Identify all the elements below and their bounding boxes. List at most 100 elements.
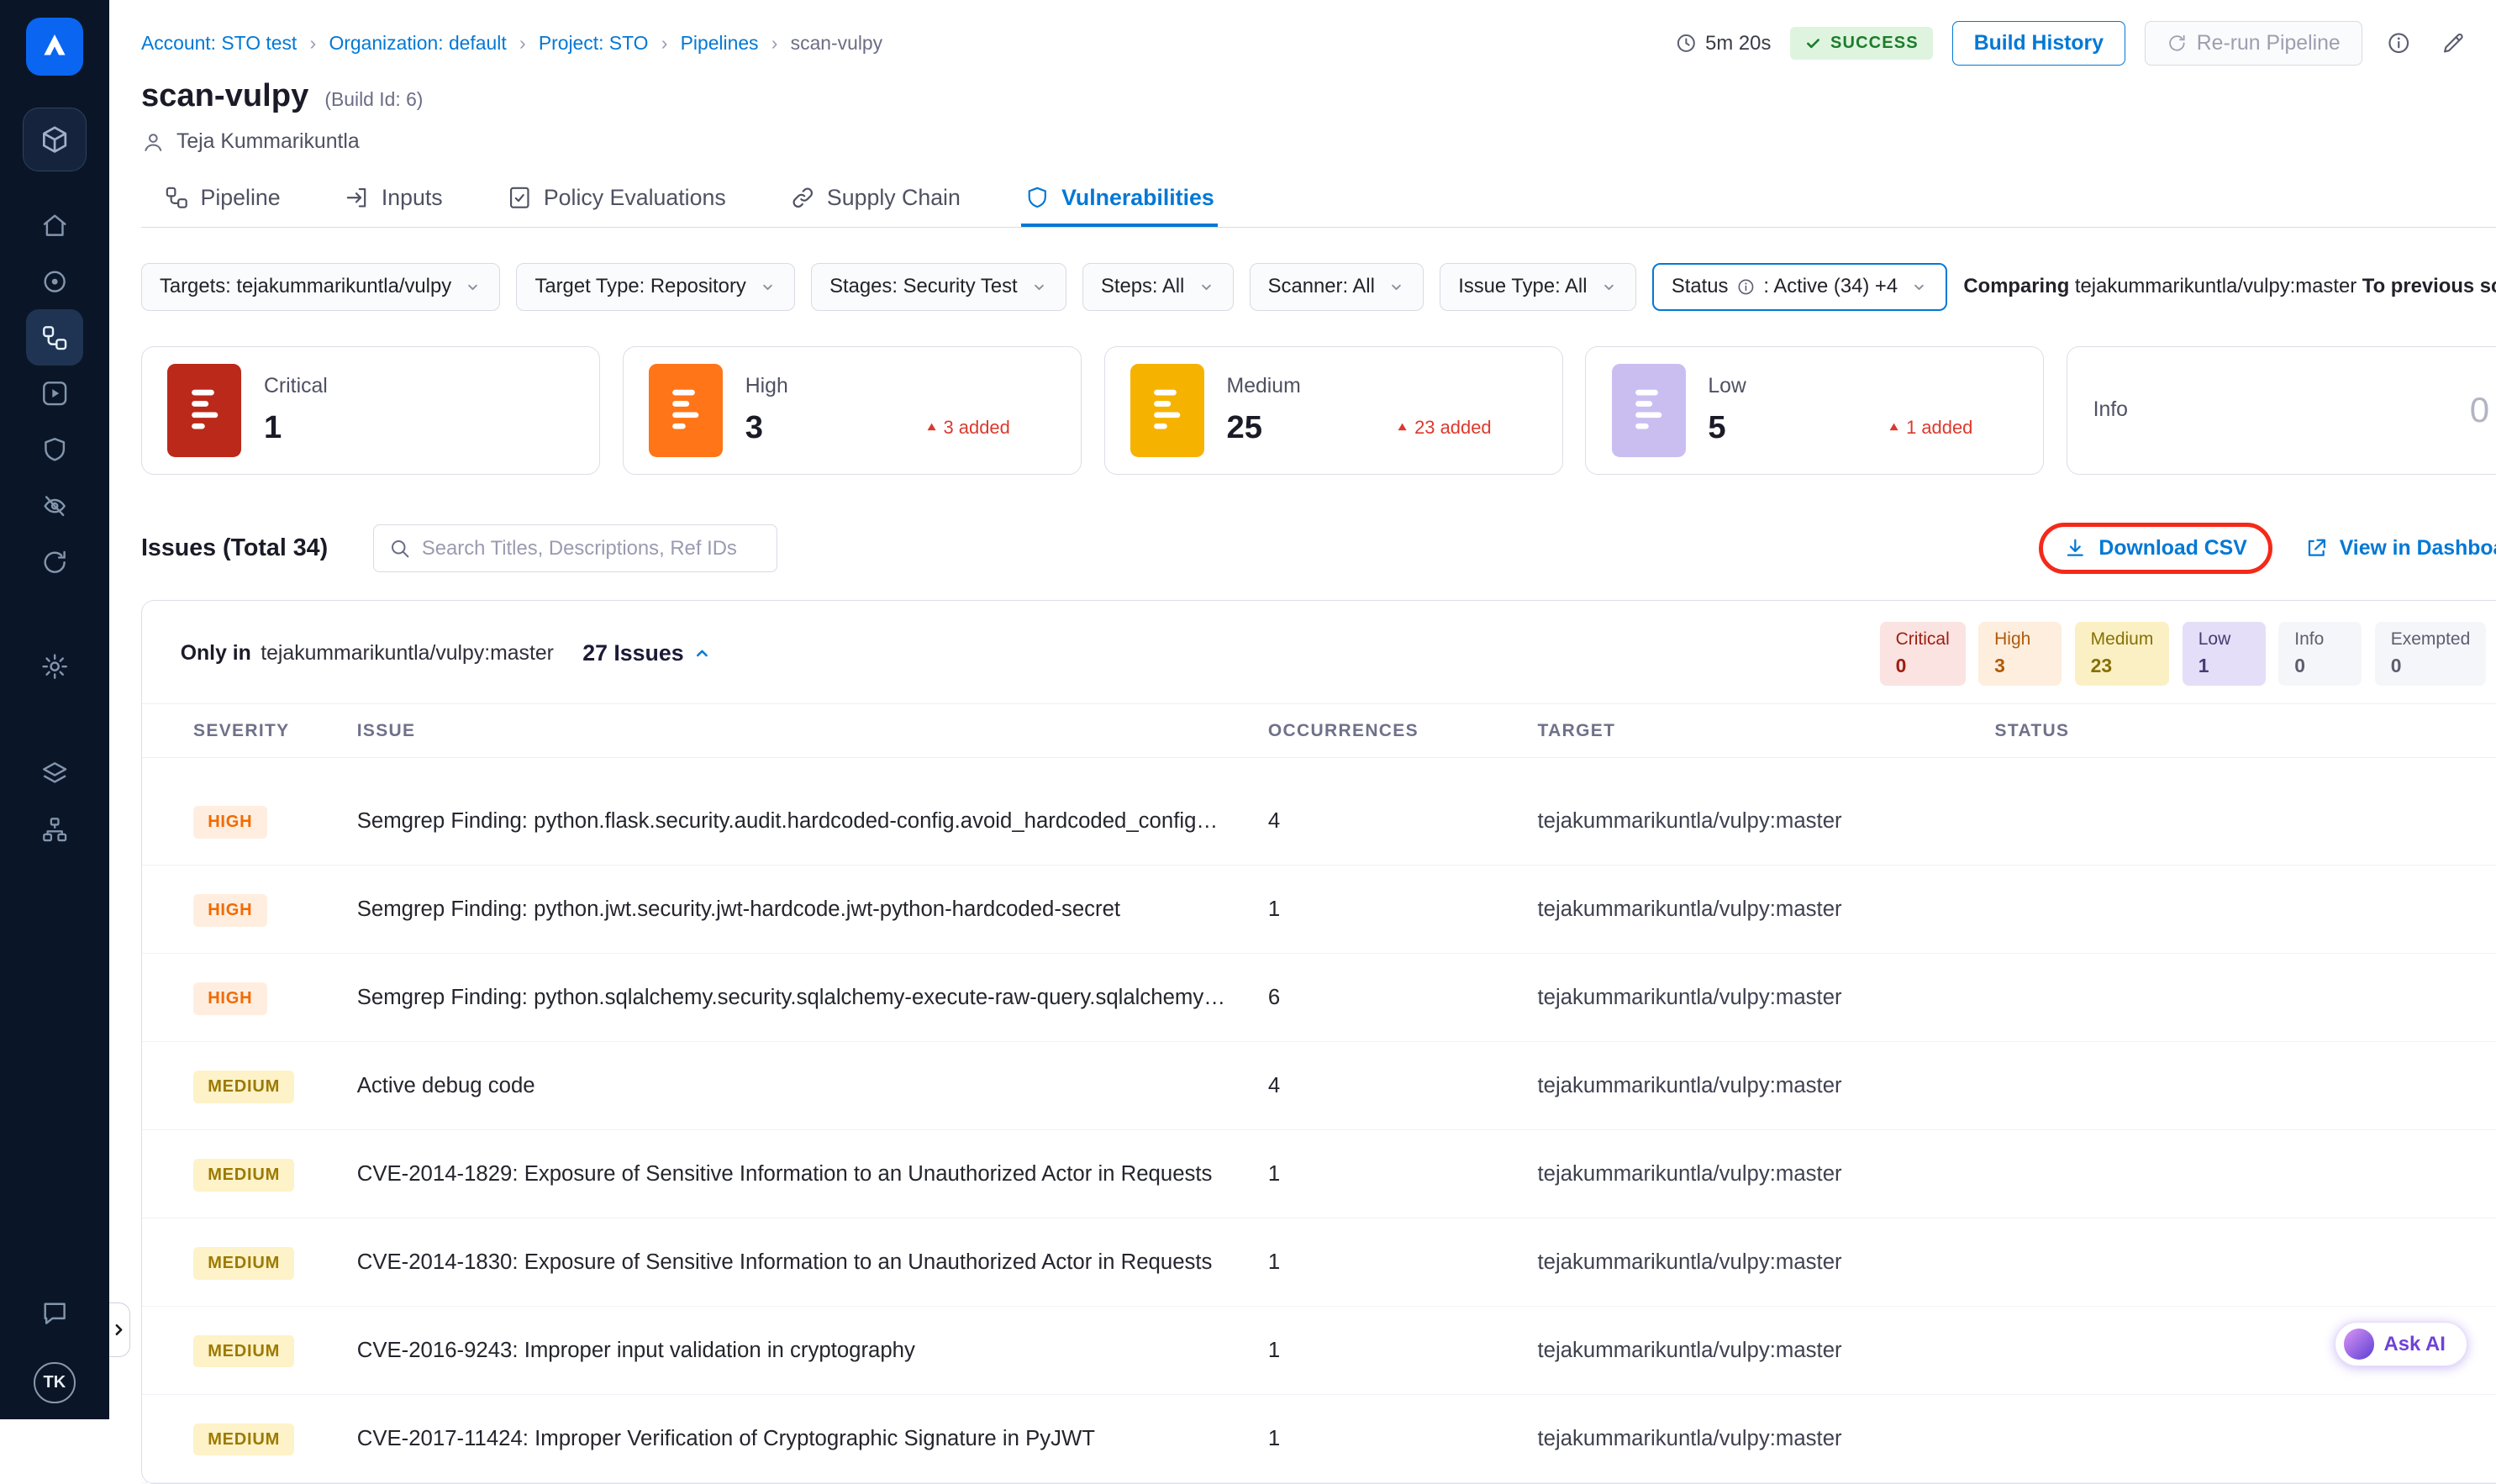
card-count: 0 <box>2470 390 2496 430</box>
tab-vulnerabilities[interactable]: Vulnerabilities <box>1021 170 1217 226</box>
page-title: scan-vulpy <box>141 77 308 114</box>
harness-logo[interactable] <box>26 18 84 76</box>
title-row: scan-vulpy (Build Id: 6) <box>141 77 2496 114</box>
filter-scanner[interactable]: Scanner: All <box>1250 263 1424 311</box>
table-row[interactable]: HIGH Semgrep Finding: python.flask.secur… <box>142 777 2496 866</box>
table-row[interactable]: MEDIUM CVE-2014-1830: Exposure of Sensit… <box>142 1218 2496 1307</box>
sidebar-item-exemptions[interactable] <box>26 478 84 534</box>
sidebar-item-pipelines[interactable] <box>26 309 84 366</box>
issues-table-body: HIGH Semgrep Finding: python.flask.secur… <box>142 758 2496 1483</box>
tab-supply-chain[interactable]: Supply Chain <box>787 170 963 226</box>
tab-pipeline[interactable]: Pipeline <box>161 170 284 226</box>
filter-status[interactable]: Status : Active (34) +4 <box>1652 263 1948 311</box>
chip-low[interactable]: Low1 <box>2183 622 2266 686</box>
table-row[interactable]: HIGH Semgrep Finding: python.jwt.securit… <box>142 866 2496 954</box>
breadcrumb-account[interactable]: Account: STO test <box>141 32 297 55</box>
filter-steps[interactable]: Steps: All <box>1082 263 1234 311</box>
sidebar-item-getting-started[interactable] <box>26 534 84 591</box>
module-selector-button[interactable] <box>23 108 87 171</box>
chat-bubble-icon <box>40 1299 69 1328</box>
build-history-button[interactable]: Build History <box>1952 21 2125 66</box>
policy-check-icon <box>507 185 533 211</box>
tab-label: Supply Chain <box>827 185 961 211</box>
search-input[interactable] <box>422 537 762 560</box>
group-issue-count: 27 Issues <box>582 640 683 666</box>
toolbar-actions: Download CSV View in Dashboard <box>2039 523 2496 575</box>
occurrences-count: 1 <box>1268 1250 1538 1275</box>
issues-search <box>373 524 777 572</box>
edit-pipeline-button[interactable] <box>2435 26 2471 61</box>
table-row[interactable]: HIGH Semgrep Finding: python.sqlalchemy.… <box>142 954 2496 1042</box>
comparing-target: tejakummarikuntla/vulpy:master <box>2075 275 2356 297</box>
table-row[interactable]: MEDIUM CVE-2017-11424: Improper Verifica… <box>142 1395 2496 1483</box>
added-text: 3 added <box>944 417 1010 439</box>
download-csv-label: Download CSV <box>2098 537 2246 560</box>
download-csv-button[interactable]: Download CSV <box>2063 536 2246 560</box>
table-row[interactable]: MEDIUM CVE-2014-1829: Exposure of Sensit… <box>142 1130 2496 1218</box>
execution-duration: 5m 20s <box>1675 32 1771 55</box>
tab-inputs[interactable]: Inputs <box>341 170 445 226</box>
breadcrumb-project[interactable]: Project: STO <box>507 32 649 55</box>
filter-row: Targets: tejakummarikuntla/vulpy Target … <box>141 263 2496 311</box>
sidebar-item-home[interactable] <box>26 197 84 254</box>
issues-group-header: Only in tejakummarikuntla/vulpy:master 2… <box>142 601 2496 704</box>
sidebar-item-executions[interactable] <box>26 366 84 422</box>
execution-tabs: Pipeline Inputs Policy Evaluations Suppl… <box>141 170 2496 227</box>
group-issue-count-toggle[interactable]: 27 Issues <box>582 640 713 666</box>
occurrences-count: 6 <box>1268 986 1538 1010</box>
filter-target-type[interactable]: Target Type: Repository <box>516 263 795 311</box>
chip-high[interactable]: High3 <box>1978 622 2062 686</box>
chip-label: Medium <box>2091 629 2154 650</box>
filter-targets[interactable]: Targets: tejakummarikuntla/vulpy <box>141 263 500 311</box>
topbar: Account: STO test Organization: default … <box>141 21 2496 66</box>
ask-ai-button[interactable]: Ask AI <box>2335 1322 2467 1367</box>
chip-medium[interactable]: Medium23 <box>2075 622 2170 686</box>
sidebar-expand-handle[interactable] <box>109 1302 130 1357</box>
issue-target: tejakummarikuntla/vulpy:master <box>1538 809 1995 834</box>
chip-count: 3 <box>1994 655 2046 677</box>
occurrences-count: 1 <box>1268 897 1538 922</box>
tab-policy-evaluations[interactable]: Policy Evaluations <box>503 170 729 226</box>
sidebar-item-test-targets[interactable] <box>26 422 84 478</box>
bars-icon <box>1145 380 1189 441</box>
filter-stages[interactable]: Stages: Security Test <box>811 263 1066 311</box>
table-row[interactable]: MEDIUM Active debug code 4 tejakummariku… <box>142 1042 2496 1130</box>
chip-exempted[interactable]: Exempted0 <box>2375 622 2487 686</box>
severity-card-high: High 3 3 added <box>623 346 1082 475</box>
severity-badge: HIGH <box>193 894 266 926</box>
sidebar-item-overview[interactable] <box>26 254 84 310</box>
view-in-dashboard-button[interactable]: View in Dashboard <box>2304 536 2496 560</box>
shield-icon <box>1024 185 1051 211</box>
chip-critical[interactable]: Critical0 <box>1880 622 1966 686</box>
more-options-button[interactable] <box>2490 26 2496 61</box>
critical-severity-icon <box>167 364 241 457</box>
target-icon <box>40 267 69 296</box>
severity-badge: MEDIUM <box>193 1335 294 1367</box>
user-name: Teja Kummarikuntla <box>176 130 360 154</box>
breadcrumb-pipelines[interactable]: Pipelines <box>648 32 758 55</box>
chevron-right-icon <box>110 1321 128 1339</box>
harness-logo-icon <box>37 29 72 64</box>
play-square-icon <box>40 379 69 408</box>
filter-issue-type[interactable]: Issue Type: All <box>1440 263 1636 311</box>
chip-info[interactable]: Info0 <box>2278 622 2362 686</box>
user-avatar[interactable]: TK <box>34 1362 76 1404</box>
breadcrumb-organization[interactable]: Organization: default <box>297 32 506 55</box>
external-link-icon <box>2304 536 2329 560</box>
bars-icon <box>182 380 227 441</box>
view-in-dashboard-label: View in Dashboard <box>2340 537 2496 560</box>
sidebar-item-packages[interactable] <box>26 745 84 802</box>
card-label: Low <box>1708 375 2017 398</box>
severity-card-info: Info 0 <box>2067 346 2496 475</box>
sidebar-item-hierarchy[interactable] <box>26 802 84 858</box>
table-row[interactable]: MEDIUM CVE-2016-9243: Improper input val… <box>142 1307 2496 1395</box>
issues-toolbar: Issues (Total 34) Download CSV View in D… <box>141 523 2496 575</box>
sidebar-item-project-settings[interactable] <box>26 639 84 695</box>
pipeline-icon <box>40 324 69 352</box>
gear-icon <box>40 652 69 681</box>
medium-severity-icon <box>1130 364 1204 457</box>
info-button[interactable] <box>2381 26 2416 61</box>
chip-count: 0 <box>1896 655 1950 677</box>
help-chat-button[interactable] <box>29 1288 80 1339</box>
rerun-pipeline-button[interactable]: Re-run Pipeline <box>2145 21 2362 66</box>
